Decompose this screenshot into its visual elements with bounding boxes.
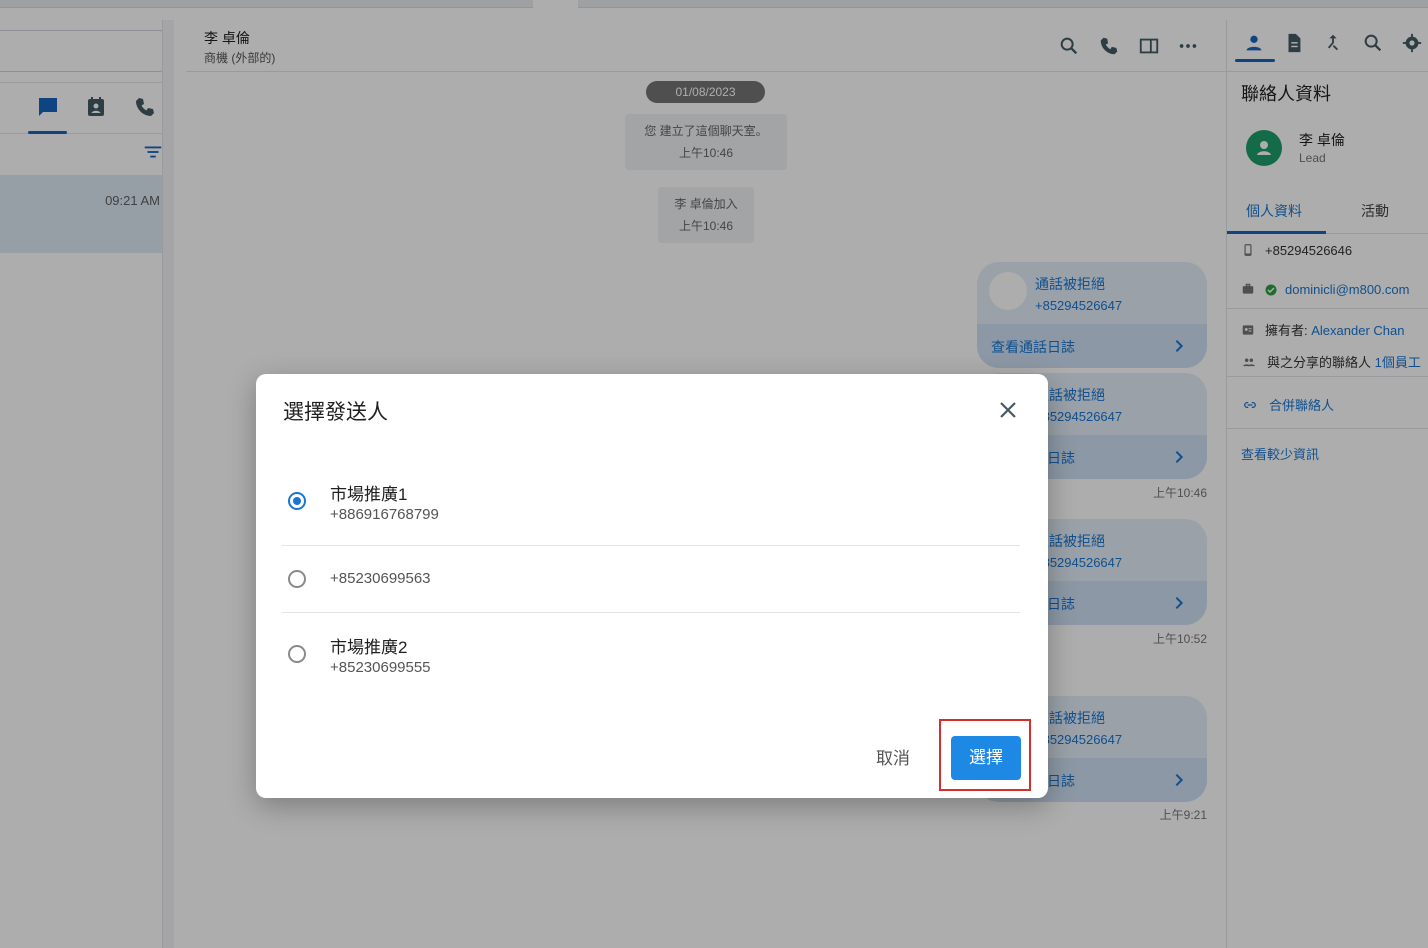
sender-option[interactable]: 市場推廣2 +85230699555 bbox=[282, 613, 1020, 687]
sender-option[interactable]: 市場推廣1 +886916768799 bbox=[282, 472, 1020, 546]
radio-unselected[interactable] bbox=[288, 645, 306, 663]
radio-unselected[interactable] bbox=[288, 570, 306, 588]
close-icon[interactable] bbox=[996, 398, 1020, 422]
sender-number: +85230699555 bbox=[330, 659, 431, 676]
sender-option[interactable]: +85230699563 bbox=[282, 546, 1020, 612]
cancel-button[interactable]: 取消 bbox=[876, 744, 910, 769]
sender-number: +85230699563 bbox=[330, 570, 431, 587]
select-sender-dialog: 選擇發送人 市場推廣1 +886916768799 +85230699563 市… bbox=[256, 374, 1048, 798]
dialog-title: 選擇發送人 bbox=[283, 401, 388, 424]
highlight-box bbox=[939, 719, 1031, 791]
sender-number: +886916768799 bbox=[330, 506, 439, 523]
sender-label: 市場推廣1 bbox=[330, 485, 408, 504]
radio-selected[interactable] bbox=[288, 492, 306, 510]
sender-label: 市場推廣2 bbox=[330, 638, 408, 657]
